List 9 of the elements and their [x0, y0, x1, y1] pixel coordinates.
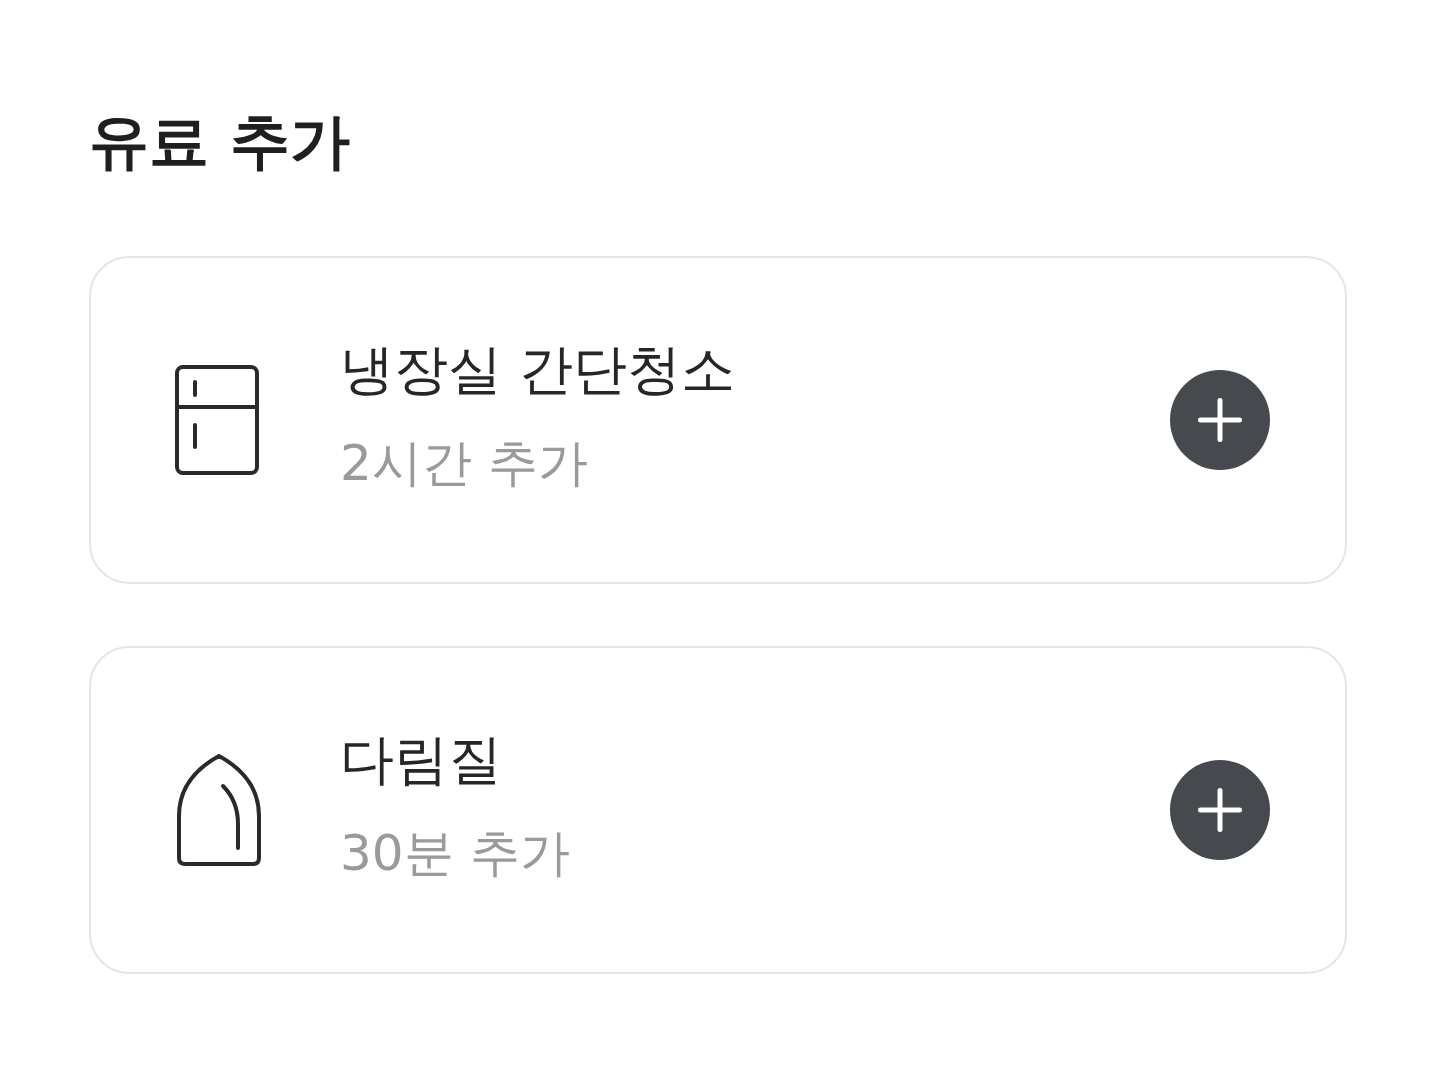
option-name: 다림질	[340, 726, 502, 793]
option-detail: 2시간 추가	[340, 432, 588, 494]
iron-icon	[175, 754, 263, 866]
plus-icon	[1198, 398, 1242, 442]
option-detail: 30분 추가	[340, 822, 570, 884]
refrigerator-icon	[175, 365, 259, 475]
section-title: 유료 추가	[89, 105, 350, 178]
plus-icon	[1198, 788, 1242, 832]
option-name: 냉장실 간단청소	[340, 336, 736, 403]
